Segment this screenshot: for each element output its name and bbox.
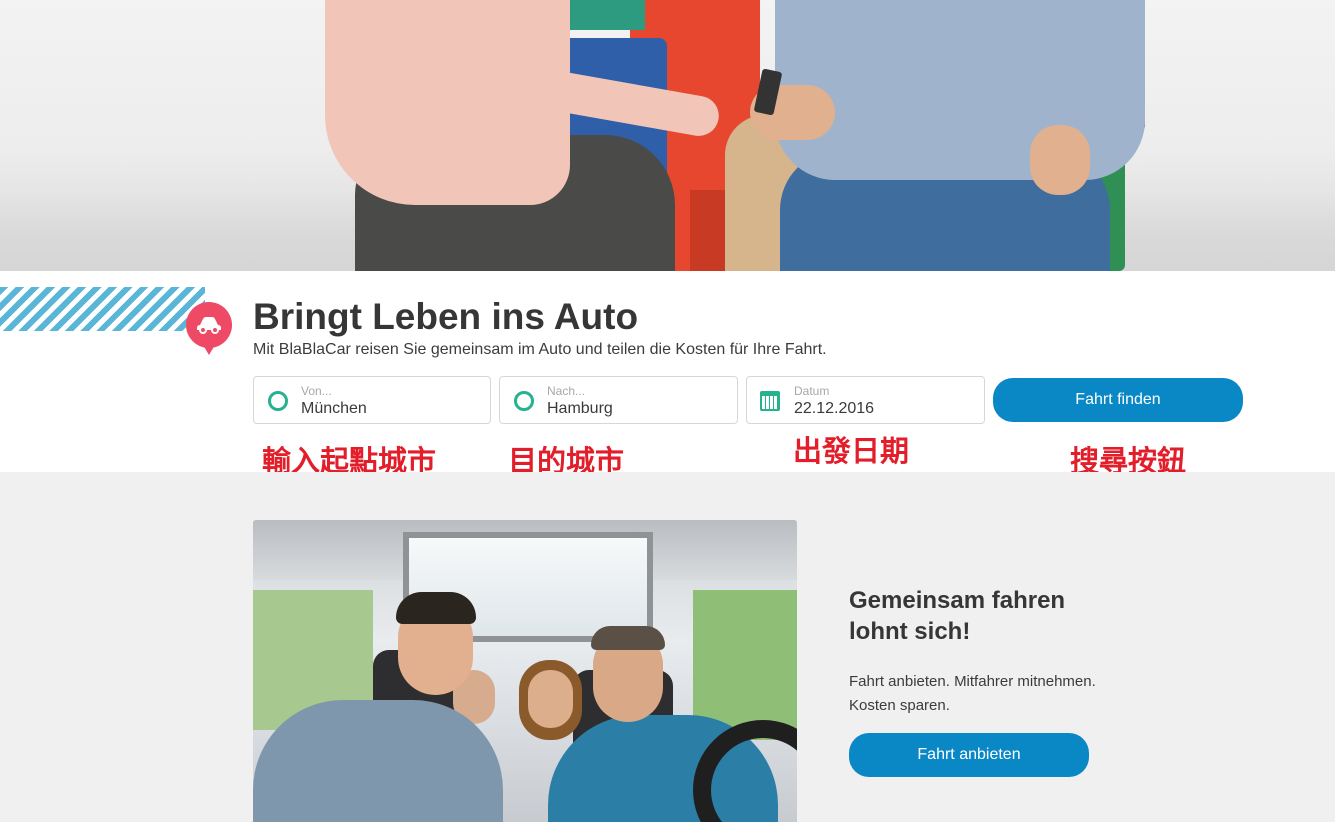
origin-field[interactable]: Von... München <box>253 376 491 424</box>
calendar-icon <box>760 391 780 411</box>
hero-hand <box>1030 125 1090 195</box>
destination-value[interactable]: Hamburg <box>547 400 613 418</box>
destination-placeholder: Nach... <box>547 384 586 398</box>
page-subtitle: Mit BlaBlaCar reisen Sie gemeinsam im Au… <box>253 341 827 358</box>
promo-text: Fahrt anbieten. Mitfahrer mitnehmen. Kos… <box>849 670 1149 718</box>
driver-hair <box>591 626 665 650</box>
passenger-shirt <box>253 700 503 822</box>
promo-text-line: Fahrt anbieten. Mitfahrer mitnehmen. <box>849 673 1096 690</box>
origin-circle-icon <box>268 391 288 411</box>
passenger-face <box>528 670 573 728</box>
promo-title: Gemeinsam fahren lohnt sich! <box>849 585 1149 647</box>
date-value[interactable]: 22.12.2016 <box>794 400 874 418</box>
car-badge-tail <box>200 340 218 355</box>
carpool-photo <box>253 520 797 822</box>
promo-title-line: lohnt sich! <box>849 618 971 645</box>
chevron-stripe-decoration <box>0 287 205 331</box>
hero-image <box>0 0 1335 271</box>
promo-text-line: Kosten sparen. <box>849 697 950 714</box>
destination-field[interactable]: Nach... Hamburg <box>499 376 738 424</box>
car-icon <box>197 317 221 334</box>
promo-title-line: Gemeinsam fahren <box>849 587 1066 614</box>
offer-ride-button[interactable]: Fahrt anbieten <box>849 733 1089 777</box>
origin-placeholder: Von... <box>301 384 332 398</box>
annotation-date: 出發日期 <box>793 434 910 468</box>
page-title: Bringt Leben ins Auto <box>253 296 639 337</box>
origin-value[interactable]: München <box>301 400 367 418</box>
date-field[interactable]: Datum 22.12.2016 <box>746 376 985 424</box>
find-ride-button[interactable]: Fahrt finden <box>993 378 1243 422</box>
date-placeholder: Datum <box>794 384 830 398</box>
destination-circle-icon <box>514 391 534 411</box>
passenger-hair <box>396 592 476 624</box>
